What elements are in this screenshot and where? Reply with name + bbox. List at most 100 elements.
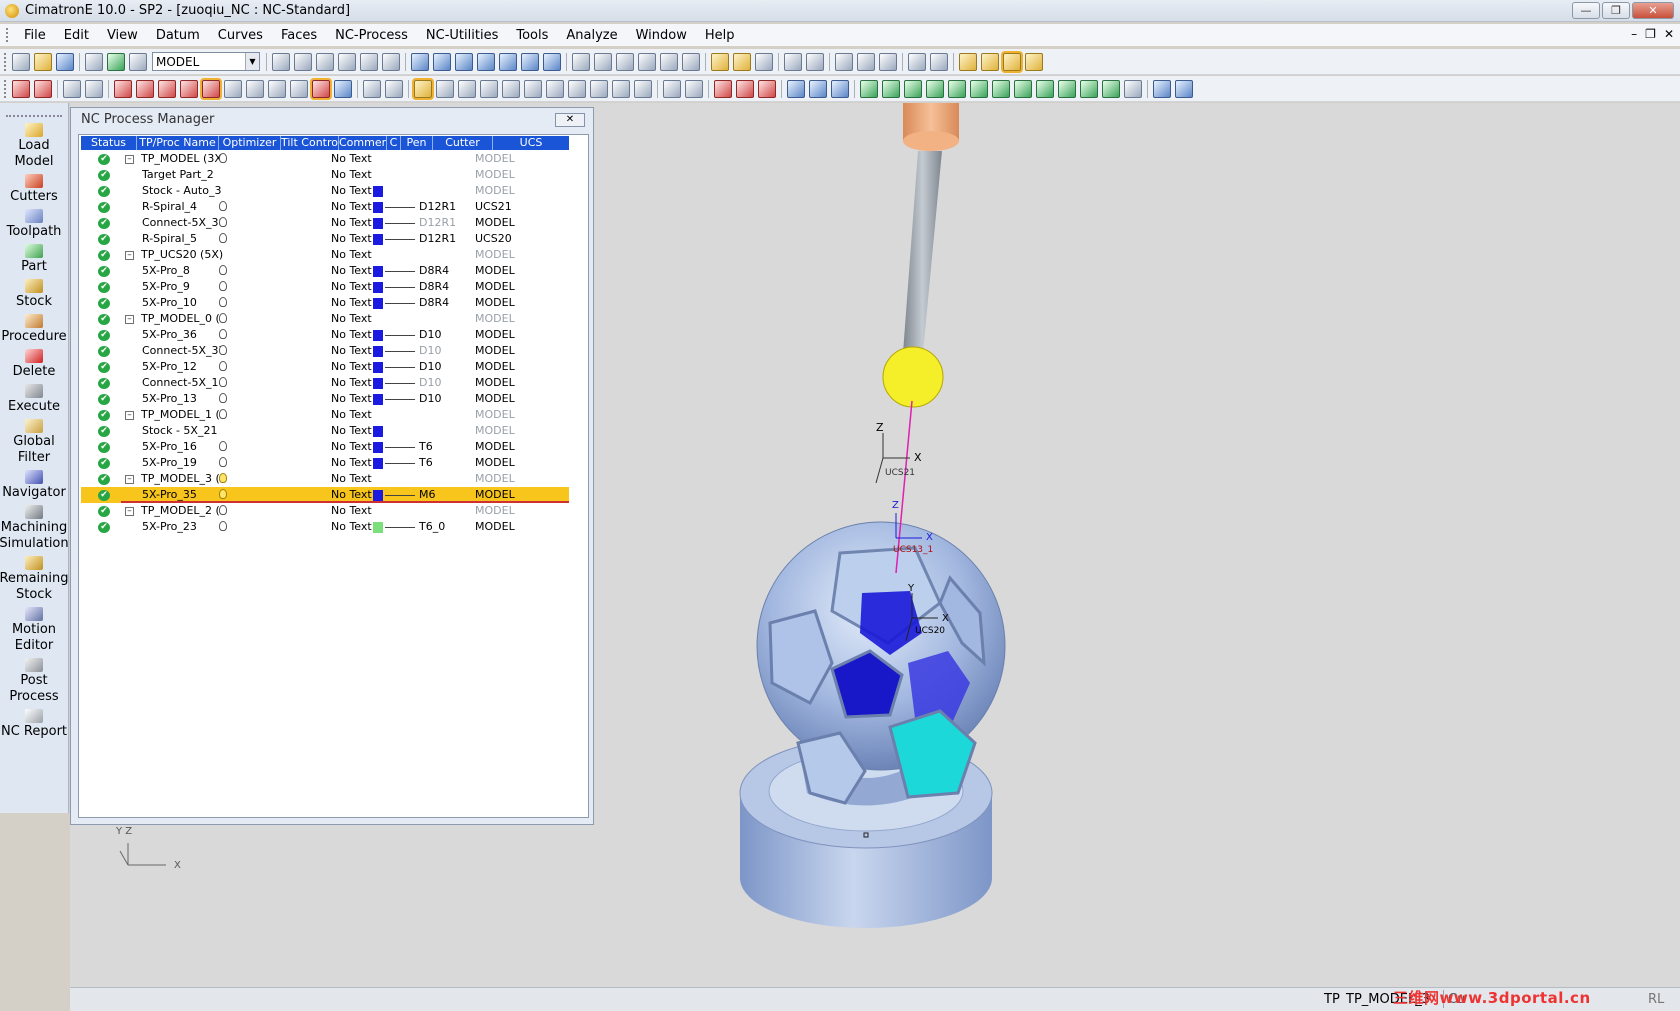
visibility-bulb-icon[interactable]: [219, 313, 227, 323]
procedure-row[interactable]: ✔ 5X-Pro_8 No Text D8R4 MODEL: [81, 263, 569, 279]
menu-file[interactable]: File: [15, 28, 55, 43]
column-comment[interactable]: Comment: [339, 136, 387, 150]
model-selector[interactable]: MODEL ▼: [152, 52, 260, 71]
angle-icon[interactable]: [1036, 79, 1054, 98]
procedure-row[interactable]: ✔ 5X-Pro_35 No Text M6 MODEL: [81, 487, 569, 503]
query-icon[interactable]: [385, 79, 403, 98]
pen-color-swatch[interactable]: [373, 394, 383, 405]
cancel-icon[interactable]: [34, 79, 52, 98]
pen-color-swatch[interactable]: [373, 186, 383, 197]
column-c[interactable]: C: [387, 136, 401, 150]
toolbar-grip[interactable]: [4, 52, 7, 71]
pen-color-swatch[interactable]: [373, 346, 383, 357]
filter-edges-icon[interactable]: [158, 79, 176, 98]
view-front-icon[interactable]: [433, 52, 451, 71]
pen-color-swatch[interactable]: [373, 234, 383, 245]
table-icon[interactable]: [458, 79, 476, 98]
zoom-window-icon[interactable]: [294, 52, 312, 71]
sidebar-item-nc-report[interactable]: NC Report: [0, 709, 68, 740]
column-optimizer[interactable]: Optimizer: [219, 136, 281, 150]
render-mode-icon[interactable]: [660, 52, 678, 71]
filter-wire-icon[interactable]: [246, 79, 264, 98]
sidebar-item-post-process[interactable]: Post Process: [0, 658, 68, 705]
toolpath-row[interactable]: ✔ – TP_MODEL (3X No Text MODEL: [81, 151, 569, 167]
visibility-bulb-icon[interactable]: [219, 489, 227, 499]
collapse-icon[interactable]: –: [125, 475, 134, 484]
procedure-row[interactable]: ✔ Connect-5X_14 No Text D10 MODEL: [81, 375, 569, 391]
filter-dim-icon[interactable]: [268, 79, 286, 98]
sidebar-item-cutters[interactable]: Cutters: [0, 174, 68, 205]
collapse-icon[interactable]: –: [125, 251, 134, 260]
active-tool-icon[interactable]: [1003, 52, 1021, 71]
view-back-icon[interactable]: [455, 52, 473, 71]
visibility-bulb-icon[interactable]: [219, 201, 227, 211]
view-bottom-icon[interactable]: [543, 52, 561, 71]
filter-text-icon[interactable]: [290, 79, 308, 98]
project-icon[interactable]: [992, 79, 1010, 98]
refresh-icon[interactable]: [107, 52, 125, 71]
visibility-bulb-icon[interactable]: [219, 457, 227, 467]
procedure-row[interactable]: ✔ Connect-5X_38 No Text D12R1 MODEL: [81, 215, 569, 231]
view-iso-icon[interactable]: [411, 52, 429, 71]
collapse-icon[interactable]: –: [125, 507, 134, 516]
mdi-close-button[interactable]: ✕: [1664, 27, 1674, 41]
display-icon[interactable]: [85, 52, 103, 71]
procedure-row[interactable]: ✔ Target Part_2 No Text MODEL: [81, 167, 569, 183]
select-mode-icon[interactable]: [85, 79, 103, 98]
visibility-bulb-icon[interactable]: [219, 297, 227, 307]
book-icon[interactable]: [959, 52, 977, 71]
chevron-down-icon[interactable]: ▼: [245, 53, 259, 70]
visibility-bulb-icon[interactable]: [219, 345, 227, 355]
procedure-row[interactable]: ✔ R-Spiral_5 No Text D12R1 UCS20: [81, 231, 569, 247]
visibility-bulb-icon[interactable]: [219, 521, 227, 531]
procedure-row[interactable]: ✔ 5X-Pro_19 No Text T6 MODEL: [81, 455, 569, 471]
split-icon[interactable]: [634, 79, 652, 98]
column-cutter[interactable]: Cutter: [433, 136, 493, 150]
hide-icon[interactable]: [733, 52, 751, 71]
pen-color-swatch[interactable]: [373, 458, 383, 469]
visibility-bulb-icon[interactable]: [219, 361, 227, 371]
mdi-minimize-button[interactable]: –: [1631, 27, 1637, 41]
intersect-icon[interactable]: [970, 79, 988, 98]
sidebar-item-execute[interactable]: Execute: [0, 384, 68, 415]
toolpath-row[interactable]: ✔ – TP_MODEL_3 (No Text MODEL: [81, 471, 569, 487]
sidebar-item-navigator[interactable]: Navigator: [0, 470, 68, 501]
show-icon[interactable]: [711, 52, 729, 71]
column-tilt-control[interactable]: Tilt Control: [281, 136, 339, 150]
view-save-icon[interactable]: [594, 52, 612, 71]
filter-icon[interactable]: [879, 52, 897, 71]
wireframe-icon[interactable]: [638, 52, 656, 71]
visibility-bulb-icon[interactable]: [219, 233, 227, 243]
visibility-bulb-icon[interactable]: [219, 329, 227, 339]
zoom-selection-icon[interactable]: [316, 52, 334, 71]
list-icon[interactable]: [480, 79, 498, 98]
select-icon[interactable]: [63, 79, 81, 98]
merge-icon[interactable]: [612, 79, 630, 98]
visibility-bulb-icon[interactable]: [219, 473, 227, 483]
menu-grip[interactable]: [6, 28, 9, 42]
frame-icon[interactable]: [1080, 79, 1098, 98]
visibility-bulb-icon[interactable]: [219, 153, 227, 163]
view-orient-icon[interactable]: [572, 52, 590, 71]
menu-nc-process[interactable]: NC-Process: [326, 28, 417, 43]
layers-icon[interactable]: [835, 52, 853, 71]
redo-icon[interactable]: [806, 52, 824, 71]
sidebar-item-remaining-stock[interactable]: Remaining Stock: [0, 556, 69, 603]
menu-edit[interactable]: Edit: [55, 28, 98, 43]
point-icon[interactable]: [882, 79, 900, 98]
snap-icon[interactable]: [1124, 79, 1142, 98]
blend-icon[interactable]: [714, 79, 732, 98]
show-all-icon[interactable]: [755, 52, 773, 71]
minimize-button[interactable]: —: [1572, 2, 1600, 19]
process-tree[interactable]: Status TP/Proc Name Optimizer Tilt Contr…: [78, 134, 589, 818]
catalog-icon[interactable]: [981, 52, 999, 71]
sidebar-item-machining-simulation[interactable]: Machining Simulation: [0, 505, 69, 552]
delete-entity-icon[interactable]: [12, 79, 30, 98]
menu-help[interactable]: Help: [696, 28, 744, 43]
filter-toolpath-icon[interactable]: [312, 79, 330, 98]
arc-icon[interactable]: [926, 79, 944, 98]
close-button[interactable]: ✕: [1632, 2, 1674, 19]
copy-icon[interactable]: [908, 52, 926, 71]
toolpath-row[interactable]: ✔ – TP_MODEL_1 (No Text MODEL: [81, 407, 569, 423]
filter-curves-icon[interactable]: [136, 79, 154, 98]
